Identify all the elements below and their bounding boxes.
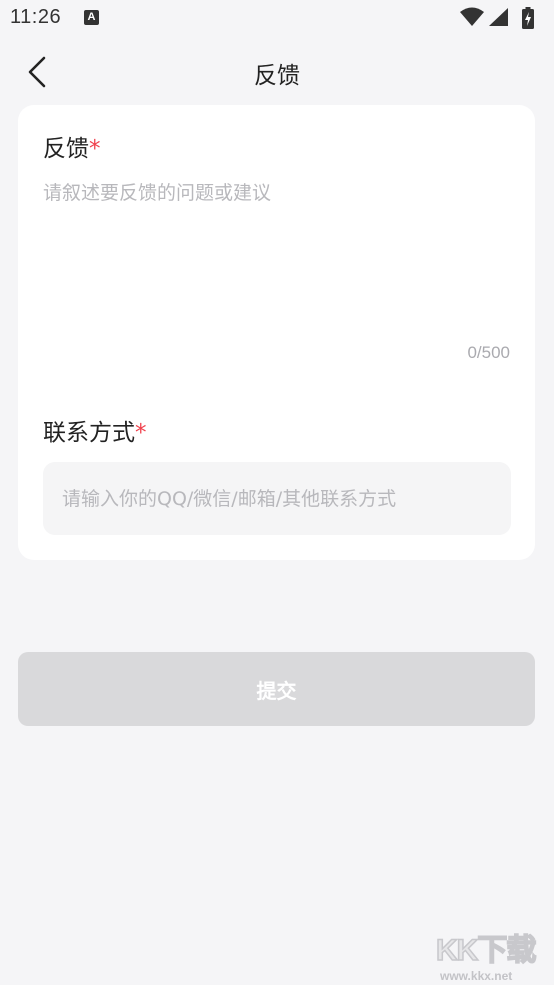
contact-field <box>43 462 511 535</box>
feedback-form-card: 反馈* 0/500 联系方式* <box>18 105 535 560</box>
required-mark: * <box>135 420 147 446</box>
contact-label: 联系方式* <box>43 413 147 447</box>
wifi-icon <box>460 7 484 26</box>
watermark-text: KK下载 <box>435 933 537 968</box>
submit-button[interactable]: 提交 <box>18 652 535 726</box>
feedback-label-text: 反馈 <box>43 136 89 162</box>
notification-a-icon: A <box>84 10 99 25</box>
char-counter: 0/500 <box>467 343 510 362</box>
battery-charging-icon <box>522 7 534 29</box>
nav-bar: 反馈 <box>0 44 554 98</box>
required-mark: * <box>89 136 101 162</box>
page-title: 反馈 <box>254 63 300 89</box>
contact-input[interactable] <box>62 462 492 535</box>
signal-icon <box>489 8 508 26</box>
watermark-url: www.kkx.net <box>440 969 513 983</box>
feedback-label: 反馈* <box>43 129 101 163</box>
feedback-textarea[interactable] <box>43 179 508 349</box>
status-bar: 11:26 A <box>0 0 554 40</box>
status-time: 11:26 <box>10 6 62 28</box>
contact-label-text: 联系方式 <box>43 420 135 446</box>
watermark-logo: KK下载 www.kkx.net <box>435 925 554 985</box>
